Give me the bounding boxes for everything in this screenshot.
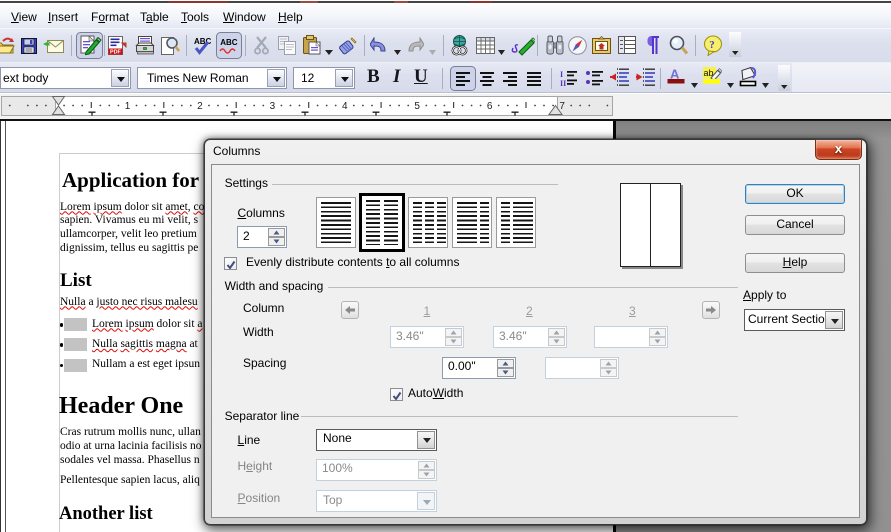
svg-text:II: II: [560, 79, 566, 87]
svg-text:2: 2: [197, 101, 203, 112]
svg-text:5: 5: [414, 101, 420, 112]
svg-text:?: ?: [709, 39, 715, 51]
svg-text:3: 3: [270, 101, 276, 112]
svg-text:I: I: [560, 70, 563, 79]
svg-text:ABC: ABC: [220, 38, 238, 47]
svg-text:7: 7: [559, 101, 565, 112]
svg-text:4: 4: [342, 101, 348, 112]
svg-text:1: 1: [125, 101, 131, 112]
svg-text:6: 6: [487, 101, 493, 112]
svg-text:ABC: ABC: [194, 37, 211, 46]
svg-text:PDF: PDF: [110, 50, 121, 55]
